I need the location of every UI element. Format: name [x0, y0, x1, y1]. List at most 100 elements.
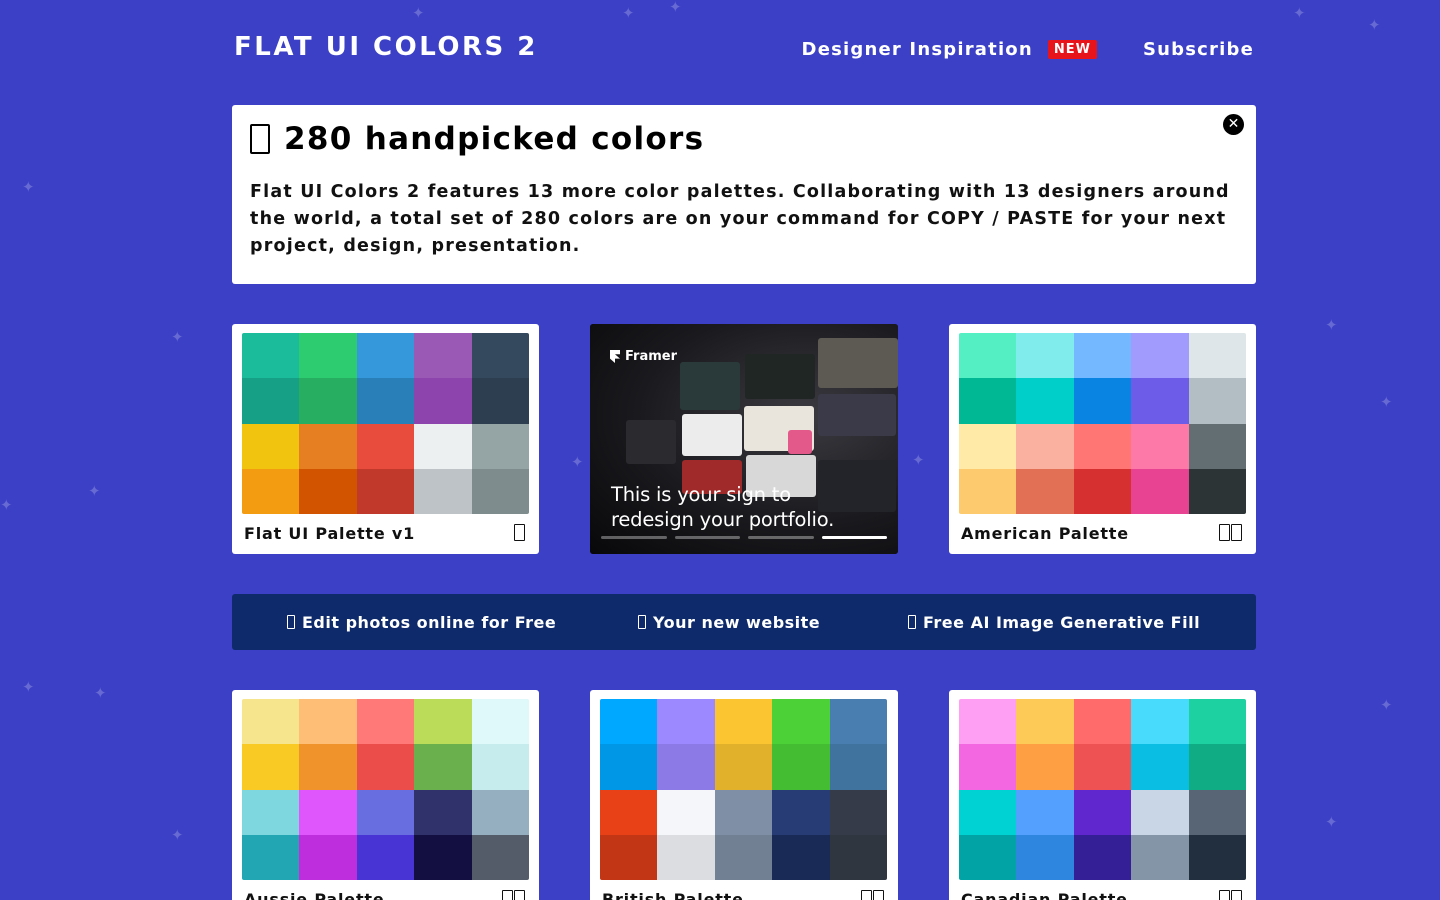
color-swatch[interactable]: [414, 468, 472, 514]
color-swatch[interactable]: [1016, 744, 1074, 790]
color-swatch[interactable]: [1131, 333, 1189, 379]
color-swatch[interactable]: [1016, 333, 1074, 379]
palette-card-aussie[interactable]: Aussie Palette: [232, 690, 539, 900]
color-swatch[interactable]: [959, 468, 1017, 514]
color-swatch[interactable]: [471, 333, 529, 379]
color-swatch[interactable]: [1188, 423, 1246, 469]
color-swatch[interactable]: [471, 378, 529, 424]
color-swatch[interactable]: [1131, 834, 1189, 880]
color-swatch[interactable]: [959, 423, 1017, 469]
palette-card-british[interactable]: British Palette: [590, 690, 898, 900]
color-swatch[interactable]: [600, 834, 658, 880]
color-swatch[interactable]: [1188, 744, 1246, 790]
color-swatch[interactable]: [1016, 789, 1074, 835]
framer-ad[interactable]: Framer This is your sign to redesign you…: [590, 324, 898, 554]
color-swatch[interactable]: [657, 789, 715, 835]
color-swatch[interactable]: [414, 744, 472, 790]
color-swatch[interactable]: [959, 333, 1017, 379]
color-swatch[interactable]: [356, 834, 415, 880]
color-swatch[interactable]: [772, 699, 830, 745]
color-swatch[interactable]: [959, 378, 1017, 424]
color-swatch[interactable]: [1073, 333, 1132, 379]
color-swatch[interactable]: [242, 423, 300, 469]
color-swatch[interactable]: [356, 789, 415, 835]
color-swatch[interactable]: [959, 744, 1017, 790]
color-swatch[interactable]: [356, 744, 415, 790]
color-swatch[interactable]: [1188, 378, 1246, 424]
site-logo[interactable]: FLAT UI COLORS 2: [234, 32, 538, 62]
color-swatch[interactable]: [657, 699, 715, 745]
color-swatch[interactable]: [1016, 468, 1074, 514]
color-swatch[interactable]: [1131, 378, 1189, 424]
color-swatch[interactable]: [242, 699, 300, 745]
color-swatch[interactable]: [356, 378, 415, 424]
color-swatch[interactable]: [657, 744, 715, 790]
nav-designer-inspiration[interactable]: Designer Inspiration: [802, 39, 1033, 60]
color-swatch[interactable]: [414, 333, 472, 379]
color-swatch[interactable]: [1073, 423, 1132, 469]
palette-card-flat-ui-v1[interactable]: Flat UI Palette v1: [232, 324, 539, 554]
color-swatch[interactable]: [356, 333, 415, 379]
color-swatch[interactable]: [829, 834, 887, 880]
color-swatch[interactable]: [242, 744, 300, 790]
color-swatch[interactable]: [1016, 378, 1074, 424]
color-swatch[interactable]: [242, 333, 300, 379]
color-swatch[interactable]: [1188, 834, 1246, 880]
color-swatch[interactable]: [1131, 699, 1189, 745]
color-swatch[interactable]: [714, 834, 773, 880]
nav-subscribe[interactable]: Subscribe: [1143, 39, 1254, 60]
color-swatch[interactable]: [959, 789, 1017, 835]
color-swatch[interactable]: [829, 699, 887, 745]
color-swatch[interactable]: [1073, 699, 1132, 745]
color-swatch[interactable]: [959, 834, 1017, 880]
color-swatch[interactable]: [356, 699, 415, 745]
color-swatch[interactable]: [1188, 468, 1246, 514]
color-swatch[interactable]: [356, 468, 415, 514]
color-swatch[interactable]: [471, 423, 529, 469]
color-swatch[interactable]: [299, 423, 357, 469]
color-swatch[interactable]: [829, 744, 887, 790]
color-swatch[interactable]: [1073, 834, 1132, 880]
color-swatch[interactable]: [772, 744, 830, 790]
palette-card-canadian[interactable]: Canadian Palette: [949, 690, 1256, 900]
color-swatch[interactable]: [1188, 699, 1246, 745]
color-swatch[interactable]: [471, 744, 529, 790]
color-swatch[interactable]: [772, 789, 830, 835]
color-swatch[interactable]: [1131, 468, 1189, 514]
color-swatch[interactable]: [714, 789, 773, 835]
color-swatch[interactable]: [242, 834, 300, 880]
color-swatch[interactable]: [1188, 789, 1246, 835]
color-swatch[interactable]: [1131, 789, 1189, 835]
color-swatch[interactable]: [1131, 744, 1189, 790]
color-swatch[interactable]: [242, 468, 300, 514]
palette-card-american[interactable]: American Palette: [949, 324, 1256, 554]
color-swatch[interactable]: [959, 699, 1017, 745]
color-swatch[interactable]: [414, 378, 472, 424]
color-swatch[interactable]: [1188, 333, 1246, 379]
color-swatch[interactable]: [414, 423, 472, 469]
color-swatch[interactable]: [1016, 699, 1074, 745]
color-swatch[interactable]: [1073, 744, 1132, 790]
close-banner-button[interactable]: ✕: [1223, 114, 1244, 135]
color-swatch[interactable]: [1073, 468, 1132, 514]
color-swatch[interactable]: [657, 834, 715, 880]
color-swatch[interactable]: [242, 789, 300, 835]
color-swatch[interactable]: [471, 468, 529, 514]
color-swatch[interactable]: [772, 834, 830, 880]
color-swatch[interactable]: [471, 699, 529, 745]
link-ai-fill[interactable]: Free AI Image Generative Fill: [908, 613, 1200, 632]
color-swatch[interactable]: [1016, 834, 1074, 880]
color-swatch[interactable]: [1073, 789, 1132, 835]
color-swatch[interactable]: [600, 789, 658, 835]
color-swatch[interactable]: [299, 834, 357, 880]
color-swatch[interactable]: [471, 789, 529, 835]
color-swatch[interactable]: [414, 834, 472, 880]
color-swatch[interactable]: [714, 744, 773, 790]
color-swatch[interactable]: [356, 423, 415, 469]
color-swatch[interactable]: [299, 468, 357, 514]
color-swatch[interactable]: [471, 834, 529, 880]
color-swatch[interactable]: [1131, 423, 1189, 469]
color-swatch[interactable]: [242, 378, 300, 424]
color-swatch[interactable]: [829, 789, 887, 835]
color-swatch[interactable]: [414, 789, 472, 835]
